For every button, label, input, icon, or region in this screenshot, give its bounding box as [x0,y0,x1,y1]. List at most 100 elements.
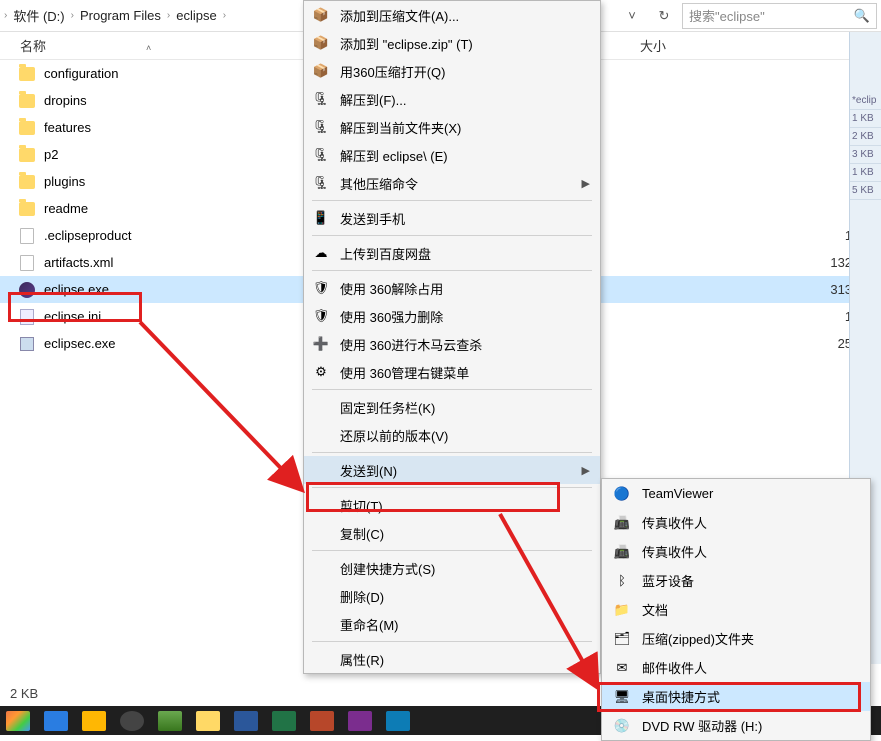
breadcrumb-seg[interactable]: eclipse [176,8,216,23]
folder-icon [18,173,36,191]
menu-item[interactable]: 🗜 解压到(F)... [304,85,600,113]
menu-item[interactable]: 固定到任务栏(K) [304,393,600,421]
search-input[interactable]: 搜索"eclipse" 🔍 [682,3,877,29]
menu-item[interactable]: 📦添加到 "eclipse.zip" (T) [304,29,600,57]
submenu-item[interactable]: 📠传真收件人 [602,537,870,566]
extract-icon: 🗜 [312,90,330,108]
menu-item[interactable]: 🗜解压到 eclipse\ (E) [304,141,600,169]
menu-item[interactable]: ☁ 上传到百度网盘 [304,239,600,267]
submenu-item[interactable]: 🖥桌面快捷方式 [602,682,870,711]
mail-icon: ✉ [612,658,632,678]
submenu-item[interactable]: ᛒ蓝牙设备 [602,566,870,595]
menu-item-label: 用360压缩打开(Q) [340,62,445,81]
submenu-item[interactable]: ✉ 邮件收件人 [602,653,870,682]
refresh-button[interactable]: ↻ [650,2,678,30]
shield1-icon: 🛡 [312,279,330,297]
exe-icon [18,335,36,353]
breadcrumb-seg[interactable]: 软件 (D:) [13,6,64,25]
menu-item[interactable]: 还原以前的版本(V) [304,421,600,449]
menu-item-label: 删除(D) [340,587,384,606]
menu-item-label: 剪切(T) [340,496,383,515]
taskbar-app-icon[interactable] [348,711,372,731]
file-icon [18,308,36,326]
column-size[interactable]: 大小 [640,36,720,55]
search-icon: 🔍 [854,8,870,24]
menu-item[interactable]: 重命名(M) [304,610,600,638]
menu-item-label: 还原以前的版本(V) [340,426,448,445]
menu-item-label: 固定到任务栏(K) [340,398,435,417]
menu-item[interactable]: ⚙使用 360管理右键菜单 [304,358,600,386]
taskbar-chrome-icon[interactable] [6,711,30,731]
submenu-item[interactable]: 💿DVD RW 驱动器 (H:) [602,711,870,740]
submenu-item-label: 邮件收件人 [642,658,707,677]
menu-item-label: 使用 360解除占用 [340,279,443,298]
taskbar-word-icon[interactable] [234,711,258,731]
taskbar-app-icon[interactable] [82,711,106,731]
submenu-item[interactable]: 📠传真收件人 [602,508,870,537]
menu-separator [312,389,592,390]
side-item: 3 KB [850,146,881,164]
side-item: 5 KB [850,182,881,200]
chevron-right-icon: › [4,10,7,21]
taskbar-ppt-icon[interactable] [310,711,334,731]
extract-icon: 🗜 [312,118,330,136]
submenu-item[interactable]: 📁文档 [602,595,870,624]
menu-item-label: 复制(C) [340,524,384,543]
taskbar-qq-icon[interactable] [120,711,144,731]
history-dropdown[interactable]: ˅ [618,2,646,30]
menu-item-label: 解压到当前文件夹(X) [340,118,461,137]
menu-item[interactable]: 📱发送到手机 [304,204,600,232]
taskbar-excel-icon[interactable] [272,711,296,731]
taskbar-explorer-icon[interactable] [196,711,220,731]
menu-item[interactable]: 📦 用360压缩打开(Q) [304,57,600,85]
menu-item[interactable]: ➕使用 360进行木马云查杀 [304,330,600,358]
context-menu[interactable]: 📦添加到压缩文件(A)...📦添加到 "eclipse.zip" (T)📦用36… [303,0,601,674]
taskbar-app-icon[interactable] [386,711,410,731]
menu-separator [312,235,592,236]
cloud-icon: ☁ [312,244,330,262]
archive-icon: 📦 [312,34,330,52]
menu-item[interactable]: 复制(C) [304,519,600,547]
shield2-icon: ➕ [312,335,330,353]
column-name[interactable]: 名称˄ [20,36,300,55]
sendto-submenu[interactable]: 🔵TeamViewer📠传真收件人📠传真收件人ᛒ蓝牙设备📁文档🗂压缩(zippe… [601,478,871,741]
menu-separator [312,200,592,201]
archive-icon: 📦 [312,62,330,80]
menu-item[interactable]: 🗜其他压缩命令▶ [304,169,600,197]
menu-item-label: 发送到(N) [340,461,397,480]
menu-item-label: 重命名(M) [340,615,399,634]
phone-icon: 📱 [312,209,330,227]
menu-item-label: 创建快捷方式(S) [340,559,435,578]
menu-item[interactable]: 剪切(T) [304,491,600,519]
menu-item-label: 上传到百度网盘 [340,244,431,263]
menu-item-label: 解压到(F)... [340,90,406,109]
submenu-item[interactable]: 🗂压缩(zipped)文件夹 [602,624,870,653]
desk-icon: 🖥 [612,687,632,707]
menu-item[interactable]: 删除(D) [304,582,600,610]
taskbar-wechat-icon[interactable] [158,711,182,731]
menu-item-label: 使用 360管理右键菜单 [340,363,469,382]
submenu-item-label: 传真收件人 [642,542,707,561]
taskbar-app-icon[interactable] [44,711,68,731]
menu-item[interactable]: 🛡使用 360强力删除 [304,302,600,330]
shield1-icon: 🛡 [312,307,330,325]
tv-icon: 🔵 [612,484,632,504]
menu-item[interactable]: 🗜 解压到当前文件夹(X) [304,113,600,141]
menu-item[interactable]: 属性(R) [304,645,600,673]
menu-separator [312,452,592,453]
menu-item-label: 添加到压缩文件(A)... [340,6,459,25]
chevron-right-icon: › [167,10,170,21]
submenu-item-label: DVD RW 驱动器 (H:) [642,716,762,735]
submenu-item[interactable]: 🔵TeamViewer [602,479,870,508]
extract-icon: 🗜 [312,146,330,164]
side-item: *eclip [850,92,881,110]
file-icon [18,227,36,245]
fax-icon: 📠 [612,513,632,533]
menu-item[interactable]: 🛡 使用 360解除占用 [304,274,600,302]
file-icon [18,254,36,272]
menu-item-label: 属性(R) [340,650,384,669]
menu-item[interactable]: 创建快捷方式(S) [304,554,600,582]
breadcrumb-seg[interactable]: Program Files [80,8,161,23]
menu-item[interactable]: 📦添加到压缩文件(A)... [304,1,600,29]
menu-item[interactable]: 发送到(N)▶ [304,456,600,484]
